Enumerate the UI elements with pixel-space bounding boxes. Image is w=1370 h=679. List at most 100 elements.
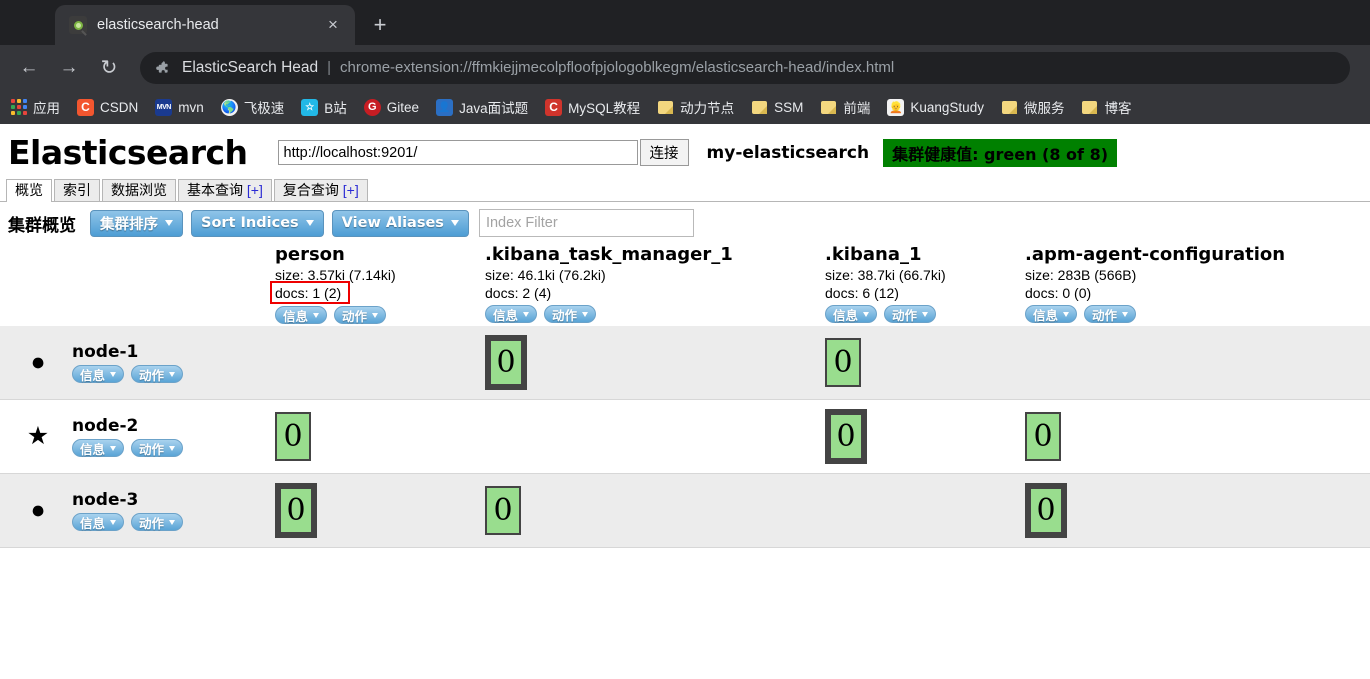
shard-cell: 0 — [825, 338, 1025, 387]
bookmark-item[interactable]: 🌎 飞极速 — [220, 97, 285, 117]
app-tabs: 概览 索引 数据浏览 基本查询 [+] 复合查询 [+] — [0, 178, 1370, 202]
app-tab-label: 基本查询 — [187, 182, 243, 198]
overview-toolbar: 集群概览 集群排序 Sort Indices View Aliases — [0, 202, 1370, 244]
bookmark-item[interactable]: MVN mvn — [155, 98, 204, 116]
bookmark-item[interactable]: 应用 — [10, 97, 60, 117]
bookmark-item[interactable]: 微服务 — [1001, 97, 1065, 117]
app-tab-1[interactable]: 索引 — [54, 179, 100, 201]
index-name[interactable]: .kibana_1 — [825, 244, 1025, 266]
app-tab-3[interactable]: 基本查询 [+] — [178, 179, 272, 201]
node-info-button[interactable]: 信息 — [72, 365, 125, 383]
shard-replica[interactable]: 0 — [1025, 412, 1061, 461]
address-bar[interactable]: ElasticSearch Head | chrome-extension://… — [140, 51, 1350, 84]
index-action-button[interactable]: 动作 — [544, 305, 597, 323]
bookmark-item[interactable]: ☆ B站 — [301, 97, 347, 117]
bookmark-item[interactable]: 前端 — [820, 97, 870, 117]
browser-tab[interactable]: elasticsearch-head × — [55, 5, 355, 45]
index-filter-input[interactable] — [478, 209, 694, 237]
index-docs: docs: 0 (0) — [1025, 285, 1092, 301]
index-name[interactable]: .apm-agent-configuration — [1025, 244, 1345, 266]
bookmark-item[interactable]: 博客 — [1081, 97, 1131, 117]
chevron-down-icon — [169, 371, 176, 377]
bookmark-item[interactable]: C MySQL教程 — [545, 97, 640, 117]
app-tab-2[interactable]: 数据浏览 — [102, 179, 176, 201]
index-action-button[interactable]: 动作 — [884, 305, 937, 323]
node-info: ● node-3 信息 动作 — [0, 490, 275, 531]
navigation-bar: ← → ↻ ElasticSearch Head | chrome-extens… — [0, 45, 1370, 90]
folder-icon — [820, 99, 837, 116]
index-docs: docs: 1 (2) — [275, 285, 342, 301]
node-info-button[interactable]: 信息 — [72, 513, 125, 531]
tab-title: elasticsearch-head — [97, 17, 219, 33]
index-info-button[interactable]: 信息 — [275, 306, 328, 324]
close-icon[interactable]: × — [321, 13, 345, 37]
gitee-icon: G — [363, 98, 381, 116]
row-separator — [0, 547, 1370, 548]
shard-replica[interactable]: 0 — [275, 412, 311, 461]
cluster-host-input[interactable] — [277, 140, 638, 165]
folder-icon — [1081, 99, 1098, 116]
index-action-button[interactable]: 动作 — [334, 306, 387, 324]
index-name[interactable]: .kibana_task_manager_1 — [485, 244, 825, 266]
bookmark-item[interactable]: 👤 Java面试题 — [436, 97, 528, 117]
index-info-button[interactable]: 信息 — [1025, 305, 1078, 323]
index-action-button[interactable]: 动作 — [1084, 305, 1137, 323]
app-logo-text: Elasticsearch — [8, 133, 248, 172]
index-column: .kibana_task_manager_1 size: 46.1ki (76.2… — [485, 244, 825, 323]
shard-cell: 0 — [1025, 483, 1345, 538]
bookmark-label: 微服务 — [1023, 101, 1065, 116]
shard-replica[interactable]: 0 — [485, 486, 521, 535]
avatar-icon: 👱 — [887, 98, 905, 116]
node-name: node-1 — [72, 342, 139, 362]
shard-primary[interactable]: 0 — [485, 335, 527, 390]
index-header-row: person size: 3.57ki (7.14ki) docs: 1 (2) 信息… — [0, 244, 1370, 326]
view-aliases-button[interactable]: View Aliases — [331, 209, 469, 237]
node-info: ★ node-2 信息 动作 — [0, 416, 275, 457]
node-action-button[interactable]: 动作 — [131, 439, 184, 457]
bookmark-item[interactable]: SSM — [751, 99, 803, 116]
bookmark-label: Gitee — [386, 99, 420, 115]
shard-cell: 0 — [825, 409, 1025, 464]
shard-primary[interactable]: 0 — [1025, 483, 1067, 538]
forward-button[interactable]: → — [52, 51, 86, 85]
shard-primary[interactable]: 0 — [825, 409, 867, 464]
bookmarks-bar: 应用 C CSDN MVN mvn 🌎 飞极速 ☆ B站 G Gitee 👤 Java面试题 C MySQL… — [0, 90, 1370, 124]
index-name[interactable]: person — [275, 244, 485, 266]
chevron-down-icon — [582, 311, 589, 317]
chevron-down-icon — [169, 519, 176, 525]
maven-icon: MVN — [155, 98, 173, 116]
app-tab-0[interactable]: 概览 — [6, 179, 52, 202]
sort-indices-button[interactable]: Sort Indices — [191, 209, 324, 237]
new-tab-button[interactable]: + — [363, 8, 397, 42]
master-node-star-icon: ★ — [26, 422, 50, 450]
shard-cell: 0 — [275, 483, 485, 538]
app-tab-4[interactable]: 复合查询 [+] — [273, 179, 368, 201]
shard-replica[interactable]: 0 — [825, 338, 861, 387]
shard-primary[interactable]: 0 — [275, 483, 317, 538]
connect-button[interactable]: 连接 — [639, 139, 689, 166]
node-row: ★ node-2 信息 动作 0 0 0 — [0, 400, 1370, 473]
back-button[interactable]: ← — [12, 51, 46, 85]
sort-cluster-button[interactable]: 集群排序 — [90, 209, 183, 237]
expand-toggle[interactable]: [+] — [343, 182, 359, 198]
bookmark-label: 飞极速 — [243, 101, 285, 116]
data-node-dot-icon: ● — [30, 348, 46, 376]
reload-icon[interactable]: ↻ — [92, 51, 126, 85]
node-info-button[interactable]: 信息 — [72, 439, 125, 457]
bookmark-item[interactable]: 👱 KuangStudy — [887, 98, 984, 116]
bookmark-label: MySQL教程 — [568, 101, 641, 116]
expand-toggle[interactable]: [+] — [247, 182, 263, 198]
node-action-button[interactable]: 动作 — [131, 513, 184, 531]
node-action-button[interactable]: 动作 — [131, 365, 184, 383]
bookmark-label: Java面试题 — [459, 101, 529, 116]
bookmark-item[interactable]: C CSDN — [77, 98, 139, 116]
bookmark-label: B站 — [324, 101, 347, 116]
chevron-down-icon — [110, 371, 117, 377]
bookmark-label: CSDN — [100, 99, 139, 115]
bookmark-item[interactable]: G Gitee — [363, 98, 420, 116]
index-actions: 信息 动作 — [1025, 305, 1345, 323]
index-info-button[interactable]: 信息 — [825, 305, 878, 323]
bookmark-item[interactable]: 动力节点 — [657, 97, 734, 117]
chevron-down-icon — [523, 311, 530, 317]
index-info-button[interactable]: 信息 — [485, 305, 538, 323]
